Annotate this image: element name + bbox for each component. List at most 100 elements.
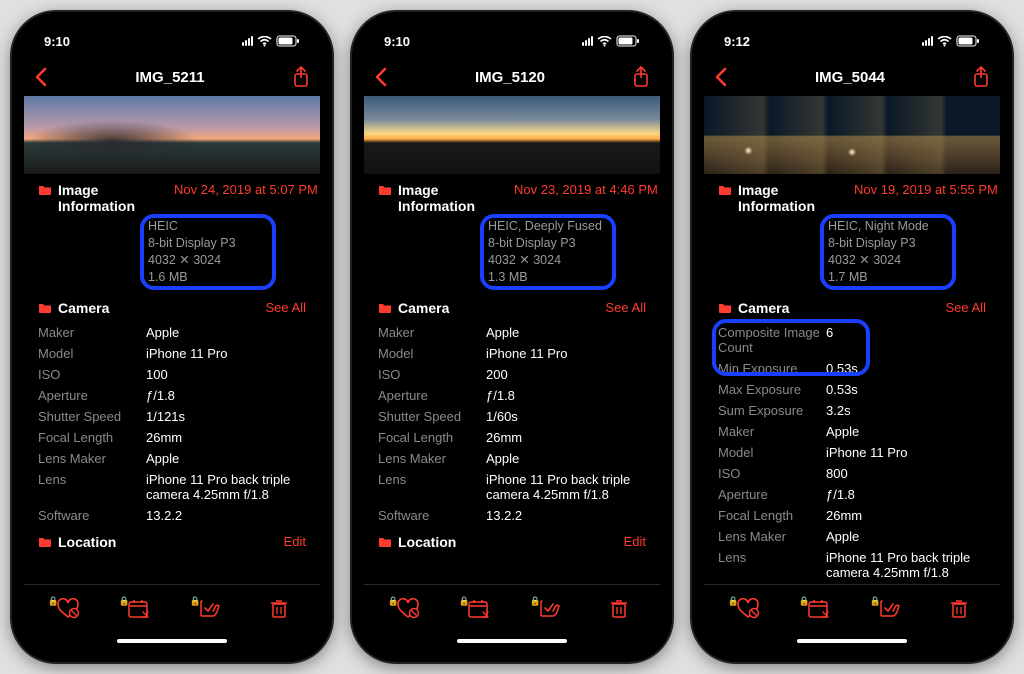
delete-button[interactable] [609, 598, 629, 620]
see-all-button[interactable]: See All [606, 300, 646, 315]
image-thumbnail[interactable] [364, 96, 660, 174]
tag-button[interactable]: 🔒 [538, 598, 562, 620]
notch [442, 24, 582, 46]
folder-icon [378, 302, 392, 313]
folder-icon [38, 536, 52, 547]
camera-row: Aperture ƒ/1.8 [24, 385, 320, 406]
row-val: iPhone 11 Pro back triple camera 4.25mm … [146, 472, 306, 502]
lock-icon: 🔒 [870, 596, 881, 607]
date-button[interactable]: 🔒 [467, 598, 491, 620]
delete-button[interactable] [949, 598, 969, 620]
row-key: Software [38, 508, 146, 523]
nav-title: IMG_5211 [135, 69, 204, 86]
info-date: Nov 19, 2019 at 5:55 PM [854, 182, 998, 197]
section-image-info: Image Information Nov 23, 2019 at 4:46 P… [364, 174, 660, 292]
date-button[interactable]: 🔒 [807, 598, 831, 620]
camera-row: Aperture ƒ/1.8 [704, 484, 1000, 505]
camera-row: Lens Maker Apple [704, 526, 1000, 547]
camera-row: Lens iPhone 11 Pro back triple camera 4.… [364, 469, 660, 505]
row-val: ƒ/1.8 [826, 487, 986, 502]
back-button[interactable] [714, 67, 728, 87]
content[interactable]: Image Information Nov 19, 2019 at 5:55 P… [704, 96, 1000, 584]
folder-icon [38, 184, 52, 195]
row-key: Maker [378, 325, 486, 340]
camera-row: Sum Exposure 3.2s [704, 400, 1000, 421]
section-camera: Camera See All [704, 292, 1000, 322]
favorite-button[interactable]: 🔒 [736, 598, 760, 620]
nav-title: IMG_5120 [475, 69, 545, 86]
date-button[interactable]: 🔒 [127, 598, 151, 620]
back-button[interactable] [374, 67, 388, 87]
content[interactable]: Image Information Nov 23, 2019 at 4:46 P… [364, 96, 660, 584]
camera-row: Focal Length 26mm [24, 427, 320, 448]
tab-bar: 🔒 🔒 🔒 [704, 584, 1000, 632]
see-all-button[interactable]: See All [266, 300, 306, 315]
image-thumbnail[interactable] [704, 96, 1000, 174]
section-camera: Camera See All [364, 292, 660, 322]
nav-bar: IMG_5120 [364, 58, 660, 96]
wifi-icon [257, 36, 272, 47]
edit-button[interactable]: Edit [284, 534, 306, 549]
status-time: 9:10 [44, 34, 70, 49]
home-indicator[interactable] [364, 632, 660, 650]
camera-row: Lens Maker Apple [364, 448, 660, 469]
info-date: Nov 23, 2019 at 4:46 PM [514, 182, 658, 197]
row-val: ƒ/1.8 [146, 388, 306, 403]
section-title: Camera [738, 300, 789, 316]
info-line: HEIC, Night Mode [828, 218, 986, 235]
share-button[interactable] [632, 66, 650, 88]
row-key: Model [718, 445, 826, 460]
camera-row: Lens iPhone 11 Pro back triple camera 4.… [704, 547, 1000, 583]
camera-row: Model iPhone 11 Pro [704, 442, 1000, 463]
image-thumbnail[interactable] [24, 96, 320, 174]
info-date: Nov 24, 2019 at 5:07 PM [174, 182, 318, 197]
row-key: Shutter Speed [378, 409, 486, 424]
row-val: iPhone 11 Pro [826, 445, 986, 460]
camera-row: ISO 800 [704, 463, 1000, 484]
info-line: 1.6 MB [148, 269, 306, 286]
section-title: Image Information [58, 182, 168, 214]
see-all-button[interactable]: See All [946, 300, 986, 315]
row-val: iPhone 11 Pro [146, 346, 306, 361]
phone-frame: 9:12 IMG_5044 Image Information [692, 12, 1012, 662]
delete-button[interactable] [269, 598, 289, 620]
row-val: 1/121s [146, 409, 306, 424]
row-key: Min Exposure [718, 361, 826, 376]
favorite-button[interactable]: 🔒 [56, 598, 80, 620]
row-key: Max Exposure [718, 382, 826, 397]
content[interactable]: Image Information Nov 24, 2019 at 5:07 P… [24, 96, 320, 584]
lock-icon: 🔒 [190, 596, 201, 607]
row-val: ƒ/1.8 [486, 388, 646, 403]
row-val: 0.53s [826, 382, 986, 397]
home-indicator[interactable] [24, 632, 320, 650]
share-button[interactable] [292, 66, 310, 88]
section-title: Location [398, 534, 456, 550]
folder-icon [718, 184, 732, 195]
section-title: Image Information [398, 182, 508, 214]
row-key: Maker [718, 424, 826, 439]
info-line: 8-bit Display P3 [828, 235, 986, 252]
back-button[interactable] [34, 67, 48, 87]
camera-row: Shutter Speed 1/60s [364, 406, 660, 427]
row-key: Maker [38, 325, 146, 340]
tag-button[interactable]: 🔒 [878, 598, 902, 620]
camera-row: Aperture ƒ/1.8 [364, 385, 660, 406]
share-button[interactable] [972, 66, 990, 88]
home-indicator[interactable] [704, 632, 1000, 650]
edit-button[interactable]: Edit [624, 534, 646, 549]
info-block: HEIC8-bit Display P34032 ✕ 30241.6 MB [148, 218, 306, 286]
row-key: Focal Length [38, 430, 146, 445]
notch [782, 24, 922, 46]
phone-frame: 9:10 IMG_5211 Image Information [12, 12, 332, 662]
section-title: Camera [58, 300, 109, 316]
section-location: Location Edit [364, 526, 660, 560]
info-line: 4032 ✕ 3024 [828, 252, 986, 269]
row-val: Apple [486, 325, 646, 340]
info-line: 1.7 MB [828, 269, 986, 286]
signal-icon [922, 36, 933, 46]
favorite-button[interactable]: 🔒 [396, 598, 420, 620]
row-key: Model [38, 346, 146, 361]
status-time: 9:10 [384, 34, 410, 49]
row-val: iPhone 11 Pro back triple camera 4.25mm … [486, 472, 646, 502]
tag-button[interactable]: 🔒 [198, 598, 222, 620]
